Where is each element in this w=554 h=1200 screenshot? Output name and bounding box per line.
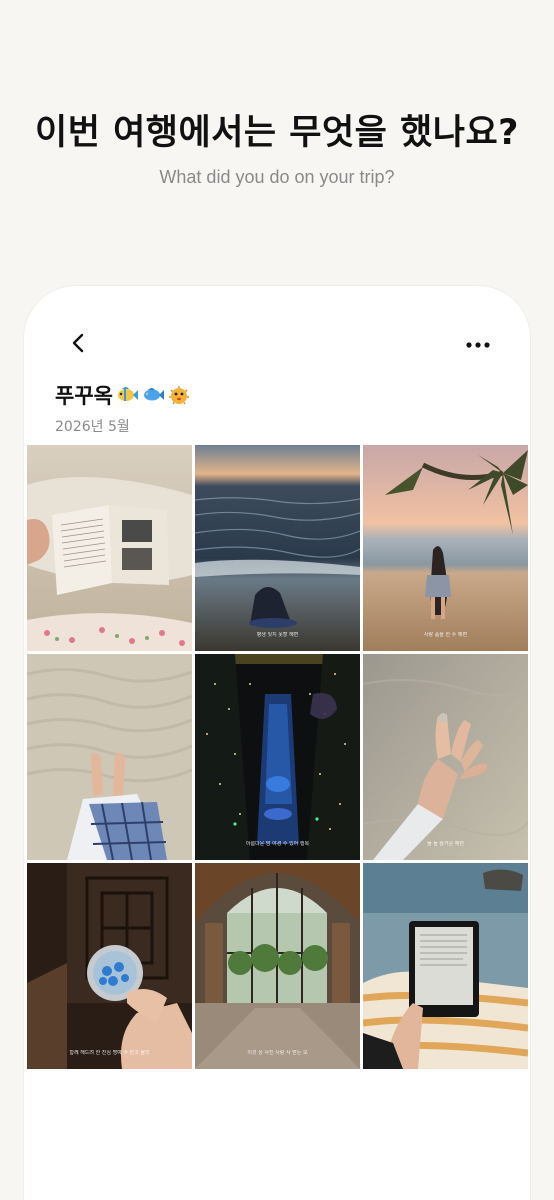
fish-icon: [143, 388, 164, 401]
page-subtitle: What did you do on your trip?: [159, 167, 395, 187]
photo-caption: 아름다운 밤 야경 수 있어 행복: [245, 841, 310, 847]
book-on-bed-image: [27, 445, 192, 651]
hand-in-water-image: [363, 654, 528, 860]
photo-caption: 물 돌 즐거운 해변: [427, 841, 464, 847]
palm-beach-image: [363, 445, 528, 651]
album-title: 푸꾸옥: [55, 380, 191, 410]
beach-sunset-image: [195, 445, 360, 651]
album-date: 2026년 5월: [55, 419, 130, 435]
tropical-fish-icon: [117, 387, 138, 401]
page-title: 이번 여행에서는 무엇을 했나요?: [35, 113, 519, 153]
photo-caption: 이것 상 사진 사랑 사 받는 모: [247, 1050, 308, 1056]
photo-feet-on-sand[interactable]: [27, 654, 192, 860]
feet-on-sand-image: [27, 654, 192, 860]
hand-glass-image: [27, 863, 192, 1069]
blowfish-icon: [168, 386, 189, 405]
photo-beach-sunset-waves[interactable]: 평생 잊지 못할 해변: [195, 445, 360, 651]
photo-resort-lobby[interactable]: 이것 상 사진 사랑 사 받는 모: [195, 863, 360, 1069]
photo-caption: 사랑 품을 한 수 해변: [423, 632, 468, 638]
more-horizontal-icon: [466, 342, 490, 348]
photo-caption: 평생 잊지 못할 해변: [256, 632, 299, 638]
photo-book-on-bed[interactable]: [27, 445, 192, 651]
chevron-left-icon: [72, 333, 84, 353]
kindle-by-pool-image: [363, 863, 528, 1069]
album-title-text: 푸꾸옥: [55, 384, 113, 408]
resort-lobby-image: [195, 863, 360, 1069]
photo-kindle-by-pool[interactable]: [363, 863, 528, 1069]
photo-caption: 함께 해드려 한 진심 명예 수 만고 울리: [69, 1050, 150, 1056]
more-button[interactable]: [460, 332, 496, 358]
photo-grid: 평생 잊지 못할 해변 사랑 품을 한 수 해변 아름다운 밤 야경 수 있어 …: [27, 445, 529, 1069]
photo-hand-in-water[interactable]: 물 돌 즐거운 해변: [363, 654, 528, 860]
night-pool-image: [195, 654, 360, 860]
album-screen: 푸꾸옥 2026년 5월 평생 잊지 못할 해변 사랑 품을 한 수 해변 아름…: [24, 286, 530, 1200]
photo-night-pool-lights[interactable]: 아름다운 밤 야경 수 있어 행복: [195, 654, 360, 860]
back-button[interactable]: [64, 328, 92, 358]
photo-hand-glass-jewels[interactable]: 함께 해드려 한 진심 명예 수 만고 울리: [27, 863, 192, 1069]
photo-palm-beach-girl[interactable]: 사랑 품을 한 수 해변: [363, 445, 528, 651]
